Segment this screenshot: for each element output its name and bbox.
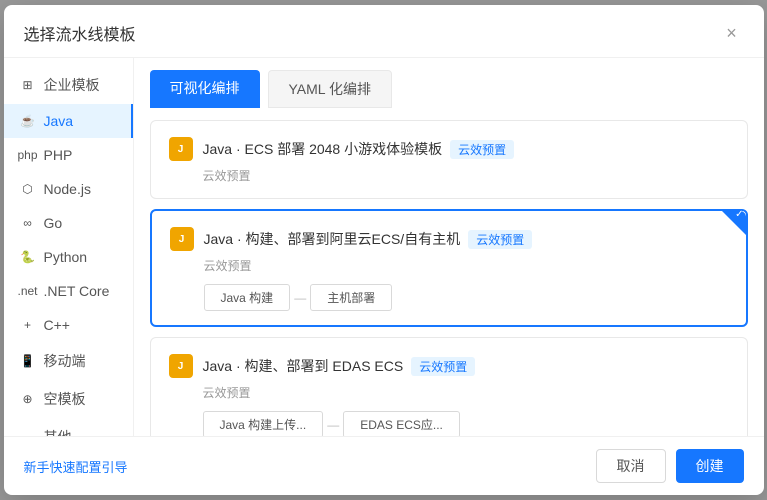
template-card-card1[interactable]: JJava · ECS 部署 2048 小游戏体验模板云效预置云效预置 — [150, 120, 748, 199]
dotnet-icon: .net — [20, 283, 36, 299]
php-icon: php — [20, 147, 36, 163]
card-java-icon: J — [167, 135, 195, 163]
step-arrow-icon: — — [294, 291, 306, 305]
content-area: 可视化编排YAML 化编排 J Java · ECS 部署 2048 小游戏体验模… — [134, 58, 764, 436]
modal-title: 选择流水线模板 — [24, 21, 136, 45]
sidebar-item-enterprise[interactable]: ⊞ 企业模板 — [4, 66, 133, 104]
guide-link[interactable]: 新手快速配置引导 — [24, 457, 128, 476]
sidebar-item-nodejs[interactable]: ⬡ Node.js — [4, 172, 133, 206]
close-button[interactable]: × — [720, 21, 744, 45]
card-java-icon: J — [168, 225, 196, 253]
sidebar: ⊞ 企业模板 ☕ Java php PHP ⬡ Node.js ∞ Go 🐍 Python .net .N… — [4, 58, 134, 436]
sidebar-item-label: PHP — [44, 147, 73, 163]
go-icon: ∞ — [20, 215, 36, 231]
sidebar-item-cpp[interactable]: + C++ — [4, 308, 133, 342]
template-card-card2[interactable]: JJava · 构建、部署到阿里云ECS/自有主机云效预置云效预置Java 构建… — [150, 209, 748, 327]
card-steps: Java 构建上传...— EDAS ECS应... — [203, 411, 731, 436]
sidebar-item-label: 企业模板 — [44, 75, 100, 95]
sidebar-item-java[interactable]: ☕ Java — [4, 104, 133, 138]
modal-container: 选择流水线模板 × ⊞ 企业模板 ☕ Java php PHP ⬡ Node.js ∞ Go 🐍 Py… — [4, 5, 764, 495]
sidebar-item-go[interactable]: ∞ Go — [4, 206, 133, 240]
template-card-card3[interactable]: JJava · 构建、部署到 EDAS ECS云效预置云效预置Java 构建上传… — [150, 337, 748, 436]
tab-visual[interactable]: 可视化编排 — [150, 70, 260, 108]
modal-header: 选择流水线模板 × — [4, 5, 764, 58]
card-list: JJava · ECS 部署 2048 小游戏体验模板云效预置云效预置JJava… — [134, 108, 764, 436]
mobile-icon: 📱 — [20, 353, 36, 369]
empty-icon: ⊕ — [20, 391, 36, 407]
enterprise-icon: ⊞ — [20, 77, 36, 93]
sidebar-item-label: C++ — [44, 317, 70, 333]
card-subtitle: 云效预置 — [204, 257, 730, 274]
step-button[interactable]: EDAS ECS应... — [343, 411, 460, 436]
other-icon: ··· — [20, 429, 36, 436]
sidebar-item-dotnet[interactable]: .net .NET Core — [4, 274, 133, 308]
sidebar-item-other[interactable]: ··· 其他 — [4, 418, 133, 436]
sidebar-item-label: 其他 — [44, 427, 72, 436]
sidebar-item-mobile[interactable]: 📱 移动端 — [4, 342, 133, 380]
sidebar-item-label: Node.js — [44, 181, 91, 197]
nodejs-icon: ⬡ — [20, 181, 36, 197]
card-title: Java · ECS 部署 2048 小游戏体验模板 — [203, 139, 443, 159]
card-java-icon: J — [167, 352, 195, 380]
sidebar-item-label: 移动端 — [44, 351, 86, 371]
card-tag: 云效预置 — [411, 357, 475, 376]
card-tag: 云效预置 — [450, 140, 514, 159]
tab-yaml[interactable]: YAML 化编排 — [268, 70, 392, 108]
sidebar-item-label: 空模板 — [44, 389, 86, 409]
sidebar-item-empty[interactable]: ⊕ 空模板 — [4, 380, 133, 418]
card-title: Java · 构建、部署到阿里云ECS/自有主机 — [204, 229, 461, 249]
java-icon: ☕ — [20, 113, 36, 129]
create-button[interactable]: 创建 — [676, 449, 744, 483]
card-tag: 云效预置 — [468, 230, 532, 249]
sidebar-item-label: Java — [44, 113, 74, 129]
sidebar-item-label: Go — [44, 215, 63, 231]
sidebar-item-php[interactable]: php PHP — [4, 138, 133, 172]
sidebar-item-python[interactable]: 🐍 Python — [4, 240, 133, 274]
card-title: Java · 构建、部署到 EDAS ECS — [203, 356, 404, 376]
footer-buttons: 取消 创建 — [596, 449, 744, 483]
cpp-icon: + — [20, 317, 36, 333]
sidebar-item-label: Python — [44, 249, 88, 265]
step-button[interactable]: 主机部署 — [310, 284, 392, 311]
step-button[interactable]: Java 构建 — [204, 284, 291, 311]
sidebar-item-label: .NET Core — [44, 283, 110, 299]
card-steps: Java 构建— 主机部署 — [204, 284, 730, 311]
python-icon: 🐍 — [20, 249, 36, 265]
selected-indicator — [722, 211, 746, 235]
card-subtitle: 云效预置 — [203, 384, 731, 401]
tab-bar: 可视化编排YAML 化编排 — [134, 58, 764, 108]
modal-body: ⊞ 企业模板 ☕ Java php PHP ⬡ Node.js ∞ Go 🐍 Python .net .N… — [4, 58, 764, 436]
modal-footer: 新手快速配置引导 取消 创建 — [4, 436, 764, 495]
step-arrow-icon: — — [327, 418, 339, 432]
step-button[interactable]: Java 构建上传... — [203, 411, 324, 436]
cancel-button[interactable]: 取消 — [596, 449, 666, 483]
card-subtitle: 云效预置 — [203, 167, 731, 184]
